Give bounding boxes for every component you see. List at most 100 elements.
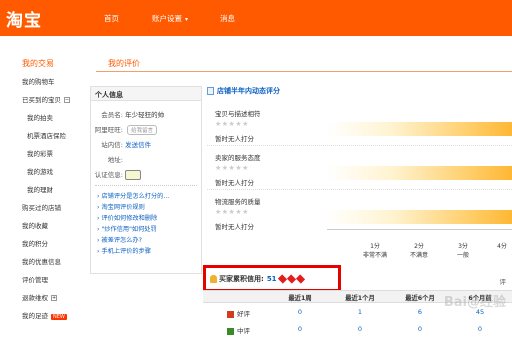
scale-score: 3分	[458, 243, 468, 250]
sidebar-title[interactable]: 我的交易	[22, 58, 54, 69]
row-label-text: 中评	[237, 327, 250, 335]
tab-bar: 我的评价	[96, 54, 512, 72]
sidebar-item-coupons[interactable]: 我的优惠信息	[22, 256, 61, 266]
sidebar-item-lottery[interactable]: 我的彩票	[27, 148, 53, 158]
divider	[207, 189, 512, 190]
address-label: 地址:	[107, 156, 123, 164]
divider	[95, 185, 197, 186]
buyer-icon	[210, 275, 217, 283]
cert-label: 认证信息:	[94, 171, 123, 179]
credit-label: 买家累积信用:	[219, 275, 264, 283]
buyer-credit-highlight: 买家累积信用: 51	[203, 265, 341, 292]
mail-row: 站内信: 发送信件	[91, 139, 151, 149]
sidebar-item-refunds[interactable]: 退款维权 +	[22, 292, 57, 302]
watermark: Bai@经验	[443, 295, 506, 310]
sidebar-item-reviews[interactable]: 评价管理	[22, 274, 48, 284]
faq-link[interactable]: 店铺评分是怎么打分的...	[97, 191, 169, 200]
row-label: 中评	[227, 325, 250, 335]
nav-account-settings[interactable]: 账户设置 ▾	[152, 13, 188, 24]
sidebar-item-shops[interactable]: 购买过的店铺	[22, 202, 61, 212]
expand-icon[interactable]: +	[51, 295, 57, 301]
collapse-icon[interactable]: −	[64, 97, 70, 103]
table-cell[interactable]: 0	[455, 325, 505, 333]
table-cell[interactable]: 1	[335, 308, 385, 316]
scale-desc: 一般	[456, 252, 469, 259]
row-label: 好评	[227, 308, 250, 318]
faq-link[interactable]: 手机上评价的步骤	[97, 246, 151, 255]
sidebar-item-label: 退款维权	[22, 294, 48, 302]
table-cell[interactable]: 0	[395, 325, 445, 333]
nav-home[interactable]: 首页	[104, 13, 119, 24]
credit-score[interactable]: 51	[267, 275, 277, 283]
sidebar-item-footprint[interactable]: 我的足迹 NEW	[22, 310, 67, 320]
scale-axis	[327, 229, 512, 230]
wangwang-button[interactable]: 给我留言	[127, 125, 158, 135]
rating-title: 店铺半年内动态评分	[207, 86, 280, 96]
faq-link[interactable]: "炒作信用"如何处罚	[97, 224, 156, 233]
sidebar-item-points[interactable]: 我的积分	[22, 238, 48, 248]
sidebar-item-label: 我的足迹	[22, 312, 48, 320]
sidebar-item-auction[interactable]: 我的拍卖	[27, 112, 53, 122]
faq-link[interactable]: 评价如何修改和删除	[97, 213, 157, 222]
faq-link[interactable]: 淘宝网评价规则	[97, 202, 144, 211]
table-cell[interactable]: 6	[395, 308, 445, 316]
member-label: 会员名:	[101, 111, 123, 119]
nav-messages[interactable]: 消息	[220, 13, 235, 24]
metric-label: 宝贝与描述相符	[215, 110, 261, 118]
metric-status: 暂时无人打分	[215, 179, 254, 187]
metric-label: 物流服务的质量	[215, 198, 261, 206]
wangwang-label: 阿里旺旺:	[94, 126, 123, 134]
shop-rating-panel: 店铺半年内动态评分 宝贝与描述相符 ★★★★★ 暂时无人打分 卖家的服务态度 ★…	[207, 86, 512, 259]
sidebar-item-games[interactable]: 我的游戏	[27, 166, 53, 176]
metric-label: 卖家的服务态度	[215, 154, 261, 162]
scale-tick: 3分一般	[450, 241, 476, 259]
certification-icon[interactable]	[125, 170, 141, 180]
member-row: 会员名: 年少轻狂的帅	[91, 109, 164, 119]
table-cell[interactable]: 0	[275, 325, 325, 333]
diamond-icon	[277, 274, 287, 284]
rating-bar	[327, 122, 512, 136]
metric-status: 暂时无人打分	[215, 223, 254, 231]
chevron-down-icon: ▾	[185, 16, 189, 23]
buyer-credit: 买家累积信用: 51	[210, 274, 305, 284]
table-cell[interactable]: 0	[275, 308, 325, 316]
column-header: 最近1周	[288, 295, 312, 302]
row-label-text: 好评	[237, 310, 250, 318]
column-header: 最近6个月	[405, 295, 435, 302]
star-rating: ★★★★★	[215, 208, 249, 216]
divider	[207, 145, 512, 146]
neutral-review-icon	[227, 327, 234, 335]
sidebar-item-travel[interactable]: 机票酒店保险	[27, 130, 66, 140]
star-rating: ★★★★★	[215, 120, 249, 128]
diamond-icon	[286, 274, 296, 284]
table-cell[interactable]: 0	[335, 325, 385, 333]
scale-score: 4分	[497, 243, 507, 250]
scale-desc: 不满意	[409, 252, 428, 259]
sidebar-item-cart[interactable]: 我的购物车	[22, 76, 55, 86]
top-nav-bar: 淘宝 首页 账户设置 ▾ 消息	[0, 0, 512, 36]
panel-title: 个人信息	[91, 87, 201, 101]
address-row: 地址:	[91, 154, 123, 164]
rating-bar	[327, 166, 512, 180]
scale-tick: 1分 非常不满	[362, 241, 388, 259]
tab-my-reviews[interactable]: 我的评价	[108, 58, 140, 69]
member-name: 年少轻狂的帅	[125, 111, 165, 119]
faq-link[interactable]: 被差评怎么办?	[97, 235, 141, 244]
scale-tick: 4分	[489, 241, 512, 250]
mail-label: 站内信:	[101, 141, 123, 149]
cert-row: 认证信息:	[91, 169, 141, 180]
scale-score: 1分	[370, 243, 380, 250]
document-icon	[207, 87, 214, 95]
taobao-logo[interactable]: 淘宝	[6, 6, 42, 31]
send-mail-link[interactable]: 发送信件	[125, 141, 151, 149]
sidebar-item-finance[interactable]: 我的理财	[27, 184, 53, 194]
rating-bar	[327, 210, 512, 224]
sidebar-item-favorites[interactable]: 我的收藏	[22, 220, 48, 230]
sidebar-item-label: 已买到的宝贝	[22, 96, 61, 104]
column-header: 最近1个月	[345, 295, 375, 302]
nav-account-settings-label: 账户设置	[152, 14, 182, 23]
sidebar-item-bought[interactable]: 已买到的宝贝 −	[22, 94, 70, 104]
new-badge: NEW	[51, 314, 67, 320]
sidebar: 我的交易 我的购物车 已买到的宝贝 − 我的拍卖 机票酒店保险 我的彩票 我的游戏…	[0, 54, 90, 340]
positive-review-icon	[227, 310, 234, 318]
